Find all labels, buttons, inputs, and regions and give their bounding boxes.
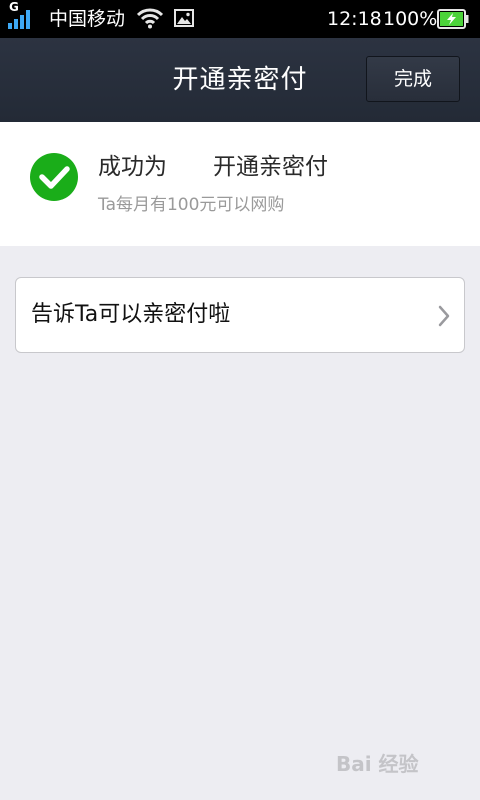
baidu-watermark: Bai 经验 xyxy=(336,744,460,784)
battery-percent: 100% xyxy=(383,8,438,30)
signal-icon xyxy=(8,10,30,29)
success-subtitle: Ta每月有100元可以网购 xyxy=(98,195,285,215)
title-bar: 开通亲密付 完成 xyxy=(0,38,480,122)
battery-charging-icon xyxy=(437,9,469,29)
success-title: 成功为 开通亲密付 xyxy=(98,152,328,182)
gallery-icon xyxy=(174,9,194,27)
tell-ta-row[interactable]: 告诉Ta可以亲密付啦 xyxy=(15,277,465,353)
success-title-prefix: 成功为 xyxy=(98,154,167,180)
check-circle-icon xyxy=(30,153,78,201)
watermark-text: Bai 经验 xyxy=(336,752,419,776)
success-title-suffix: 开通亲密付 xyxy=(213,154,328,180)
tell-ta-label: 告诉Ta可以亲密付啦 xyxy=(31,302,231,327)
status-bar: G 中国移动 12:18 100% xyxy=(0,0,480,38)
masked-recipient-name xyxy=(167,154,213,180)
clock: 12:18 xyxy=(327,8,382,30)
success-panel: 成功为 开通亲密付 Ta每月有100元可以网购 xyxy=(0,122,480,246)
done-button[interactable]: 完成 xyxy=(366,56,460,102)
wifi-icon xyxy=(137,8,163,29)
chevron-right-icon xyxy=(438,305,450,327)
carrier-name: 中国移动 xyxy=(49,8,126,30)
